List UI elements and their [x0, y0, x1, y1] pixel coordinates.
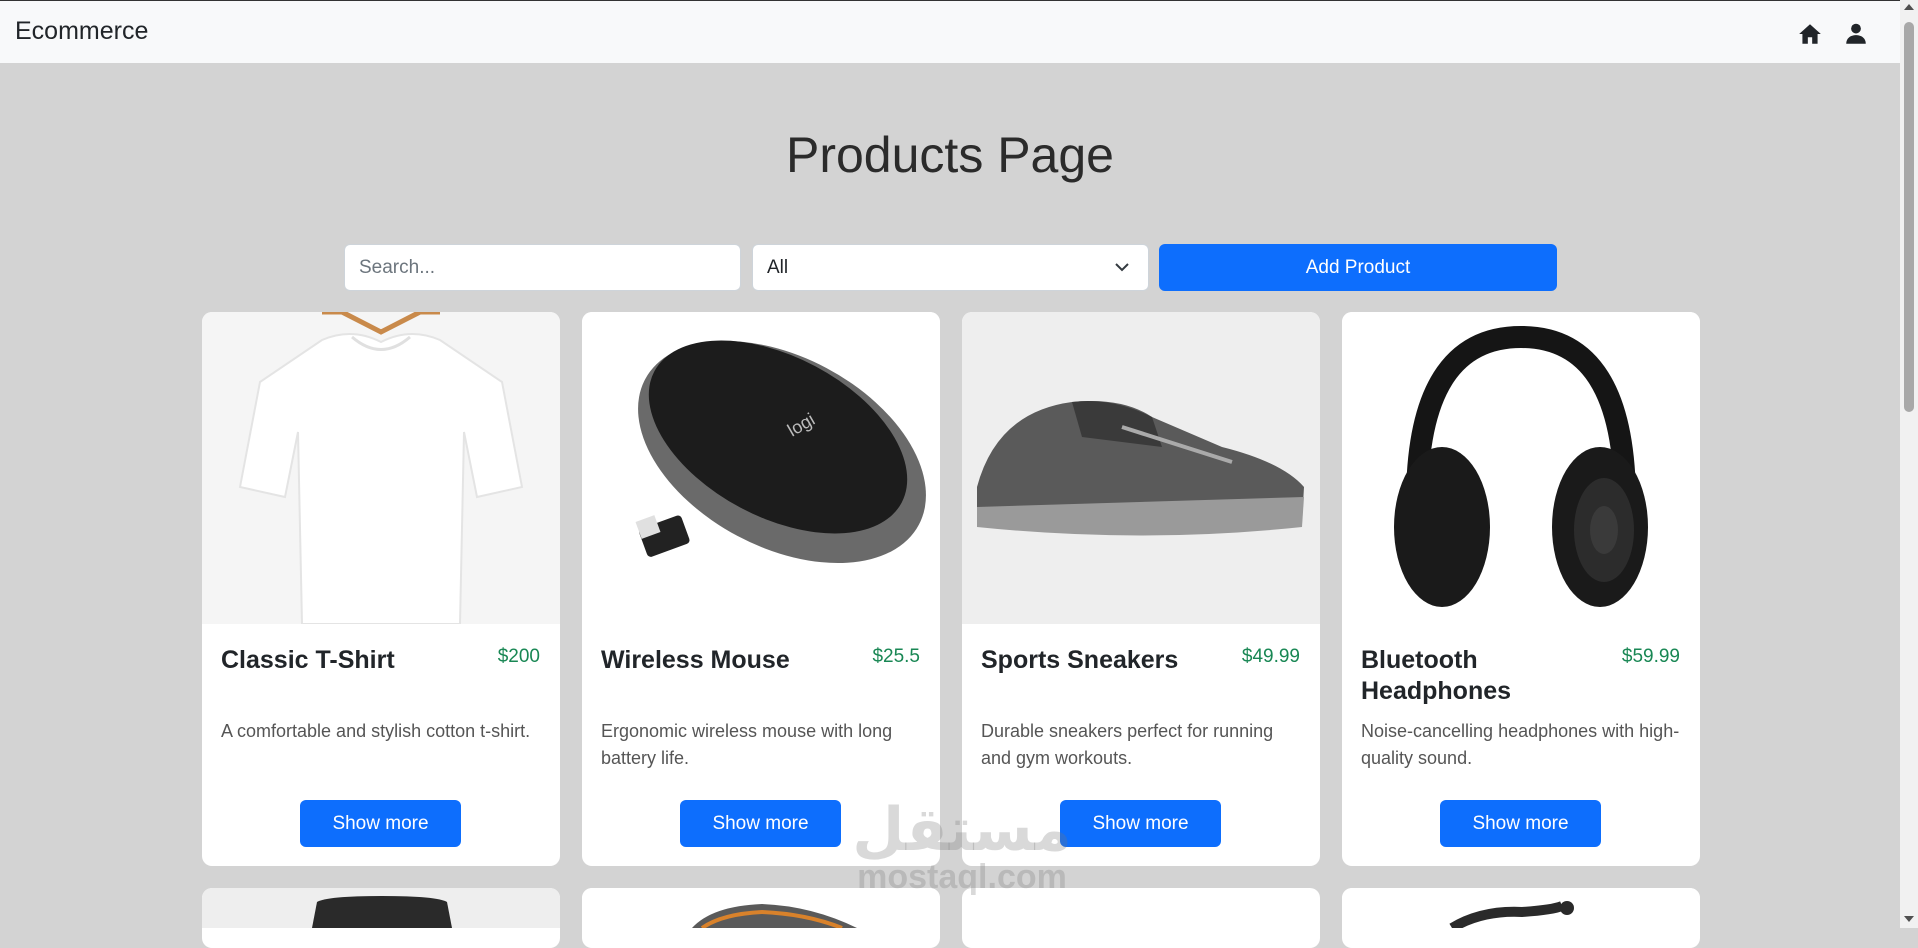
- product-image-sneakers[interactable]: [962, 312, 1320, 624]
- product-price: $59.99: [1621, 646, 1680, 667]
- product-card-partial[interactable]: [582, 888, 940, 948]
- home-icon[interactable]: [1797, 21, 1823, 47]
- show-more-button[interactable]: Show more: [680, 800, 841, 847]
- navbar-brand[interactable]: Ecommerce: [15, 17, 148, 46]
- product-image-tshirt[interactable]: [202, 312, 560, 624]
- show-more-button[interactable]: Show more: [1060, 800, 1221, 847]
- product-image-accessory: [1342, 888, 1700, 933]
- product-description: Noise-cancelling headphones with high-qu…: [1361, 721, 1680, 768]
- page-scrollbar[interactable]: [1900, 0, 1918, 928]
- product-card: Classic T-Shirt $200 A comfortable and s…: [202, 312, 560, 866]
- product-price: $49.99: [1241, 646, 1300, 667]
- product-card-partial[interactable]: [962, 888, 1320, 948]
- product-image-backpack: [202, 888, 560, 928]
- scroll-up-arrow-icon[interactable]: [1904, 4, 1914, 10]
- show-more-button[interactable]: Show more: [300, 800, 461, 847]
- add-product-button[interactable]: Add Product: [1159, 244, 1557, 291]
- show-more-button[interactable]: Show more: [1440, 800, 1601, 847]
- page-title: Products Page: [786, 127, 1114, 183]
- user-icon[interactable]: [1843, 21, 1869, 47]
- product-image-headphones[interactable]: [1342, 312, 1700, 624]
- product-name: Classic T-Shirt: [221, 646, 395, 674]
- product-price: $25.5: [872, 646, 920, 667]
- product-name: Wireless Mouse: [601, 646, 790, 674]
- product-price: $200: [497, 646, 540, 667]
- chevron-down-icon: [1115, 263, 1129, 272]
- product-description: A comfortable and stylish cotton t-shirt…: [221, 721, 531, 741]
- product-card: logi Wireless Mouse $25.5 Ergonomic wire…: [582, 312, 940, 866]
- product-description: Ergonomic wireless mouse with long batte…: [601, 721, 893, 768]
- scroll-thumb[interactable]: [1904, 22, 1914, 412]
- product-card-partial[interactable]: [1342, 888, 1700, 948]
- product-card: Bluetooth Headphones $59.99 Noise-cancel…: [1342, 312, 1700, 866]
- product-name: Sports Sneakers: [981, 646, 1179, 674]
- category-select[interactable]: All: [752, 244, 1149, 291]
- product-image-mouse[interactable]: logi: [582, 312, 940, 624]
- product-card-partial[interactable]: [202, 888, 560, 948]
- navbar: Ecommerce: [0, 0, 1900, 63]
- product-description: Durable sneakers perfect for running and…: [981, 721, 1274, 768]
- product-name: Bluetooth Headphones: [1361, 646, 1512, 705]
- product-image-watch: [582, 888, 940, 930]
- category-select-value: All: [767, 257, 789, 278]
- search-input[interactable]: [344, 244, 741, 291]
- product-card: Sports Sneakers $49.99 Durable sneakers …: [962, 312, 1320, 866]
- scroll-down-arrow-icon[interactable]: [1904, 916, 1914, 922]
